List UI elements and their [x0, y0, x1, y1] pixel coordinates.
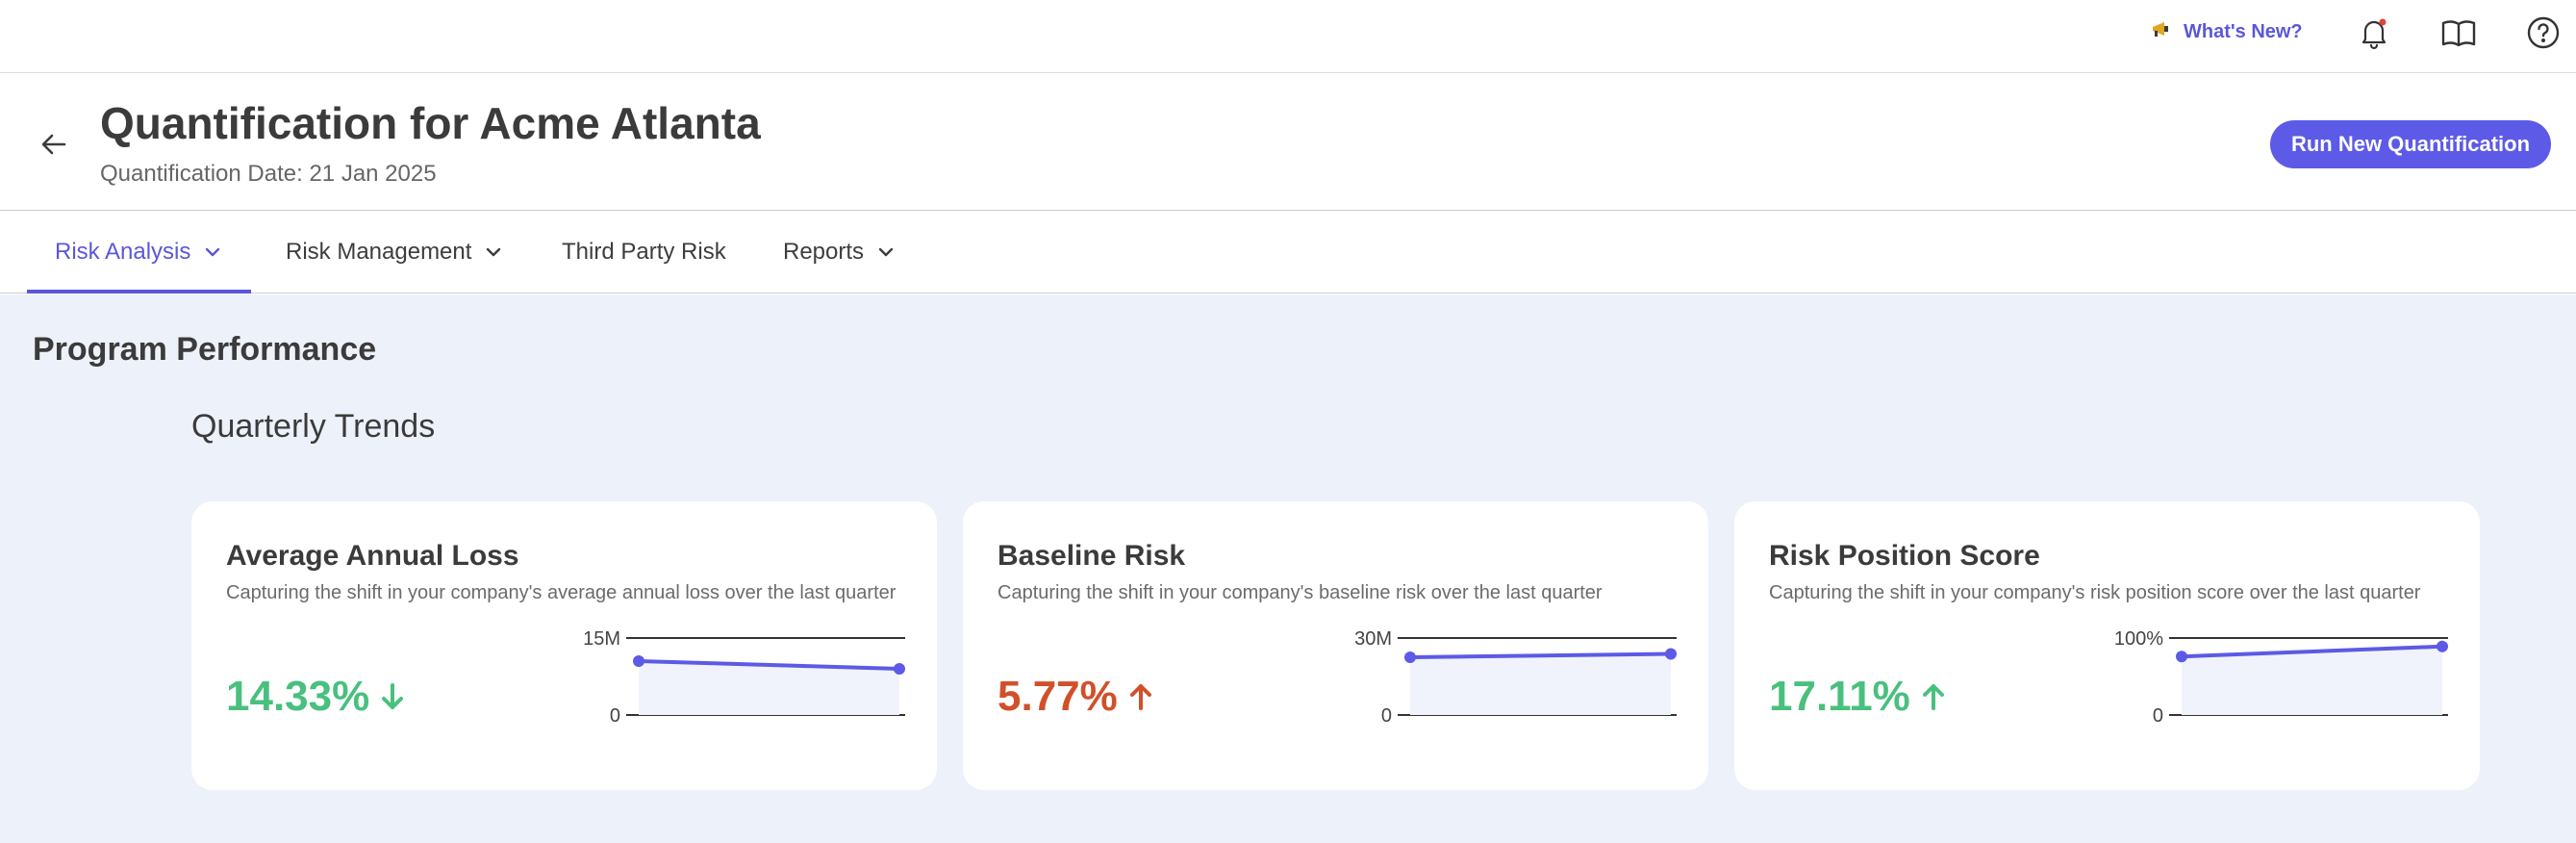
- tab-label: Third Party Risk: [562, 239, 726, 265]
- chevron-down-icon: [204, 246, 221, 258]
- tab-third-party-risk[interactable]: Third Party Risk: [562, 212, 726, 293]
- data-point: [1665, 648, 1677, 660]
- change-value: 5.77%: [998, 673, 1118, 720]
- y-tick-label: 30M: [1354, 628, 1392, 650]
- tab-reports[interactable]: Reports: [783, 212, 895, 293]
- card-title: Average Annual Loss: [226, 540, 519, 572]
- data-point: [2437, 640, 2448, 652]
- change-value: 14.33%: [226, 673, 370, 720]
- active-tab-indicator: [27, 290, 251, 294]
- chevron-down-icon: [485, 246, 502, 258]
- card-title: Risk Position Score: [1769, 540, 2040, 572]
- subsection-title: Quarterly Trends: [191, 408, 436, 445]
- whats-new-label: What's New?: [2184, 20, 2303, 42]
- sparkline-chart: 100% 0: [2114, 628, 2448, 727]
- whats-new-link[interactable]: What's New?: [2151, 15, 2303, 48]
- sparkline-chart: 15M 0: [583, 628, 905, 727]
- series-area: [1410, 653, 1671, 715]
- data-point: [894, 663, 905, 675]
- main-content: Program Performance Quarterly Trends Ave…: [0, 294, 2576, 843]
- tab-bar: Risk Analysis Risk Management Third Part…: [0, 212, 2576, 294]
- sparkline-chart: 30M 0: [1354, 628, 1677, 727]
- run-new-quantification-button[interactable]: Run New Quantification: [2270, 120, 2551, 168]
- change-value: 17.11%: [1769, 673, 1910, 720]
- arrow-up-icon: [1127, 681, 1154, 712]
- tab-label: Risk Analysis: [55, 239, 191, 265]
- book-icon[interactable]: [2439, 13, 2478, 52]
- tab-label: Risk Management: [286, 239, 472, 265]
- card-description: Capturing the shift in your company's av…: [226, 582, 897, 603]
- data-point: [2176, 651, 2187, 663]
- arrow-up-icon: [1920, 681, 1947, 712]
- card-metric: 5.77%: [998, 670, 1154, 724]
- trend-card-risk-position-score: Risk Position Score Capturing the shift …: [1734, 501, 2480, 790]
- data-point: [1404, 651, 1416, 663]
- page-header: Quantification for Acme Atlanta Quantifi…: [0, 74, 2576, 211]
- arrow-down-icon: [379, 681, 406, 712]
- y-tick-label: 15M: [583, 628, 620, 650]
- section-title: Program Performance: [33, 331, 377, 368]
- y-tick-label: 0: [1381, 705, 1392, 727]
- card-description: Capturing the shift in your company's ri…: [1769, 582, 2421, 603]
- quantification-date: Quantification Date: 21 Jan 2025: [100, 161, 437, 187]
- page-title: Quantification for Acme Atlanta: [100, 98, 761, 148]
- help-icon[interactable]: [2524, 13, 2563, 52]
- tab-risk-management[interactable]: Risk Management: [286, 212, 502, 293]
- tab-risk-analysis[interactable]: Risk Analysis: [55, 212, 221, 293]
- y-tick-label: 0: [610, 705, 620, 727]
- y-tick-label: 100%: [2114, 628, 2163, 650]
- arrow-left-icon: [41, 134, 66, 155]
- card-metric: 17.11%: [1769, 670, 1947, 724]
- top-bar: What's New?: [0, 0, 2576, 73]
- card-description: Capturing the shift in your company's ba…: [998, 582, 1603, 603]
- trend-card-average-annual-loss: Average Annual Loss Capturing the shift …: [191, 501, 937, 790]
- chevron-down-icon: [877, 246, 895, 258]
- card-metric: 14.33%: [226, 670, 406, 724]
- y-tick-label: 0: [2153, 705, 2163, 727]
- card-title: Baseline Risk: [998, 540, 1186, 572]
- megaphone-icon: [2151, 18, 2172, 45]
- back-button[interactable]: [35, 125, 73, 164]
- trend-card-baseline-risk: Baseline Risk Capturing the shift in you…: [963, 501, 1708, 790]
- tab-label: Reports: [783, 239, 865, 265]
- data-point: [633, 655, 644, 667]
- notification-bell-icon[interactable]: [2355, 13, 2393, 52]
